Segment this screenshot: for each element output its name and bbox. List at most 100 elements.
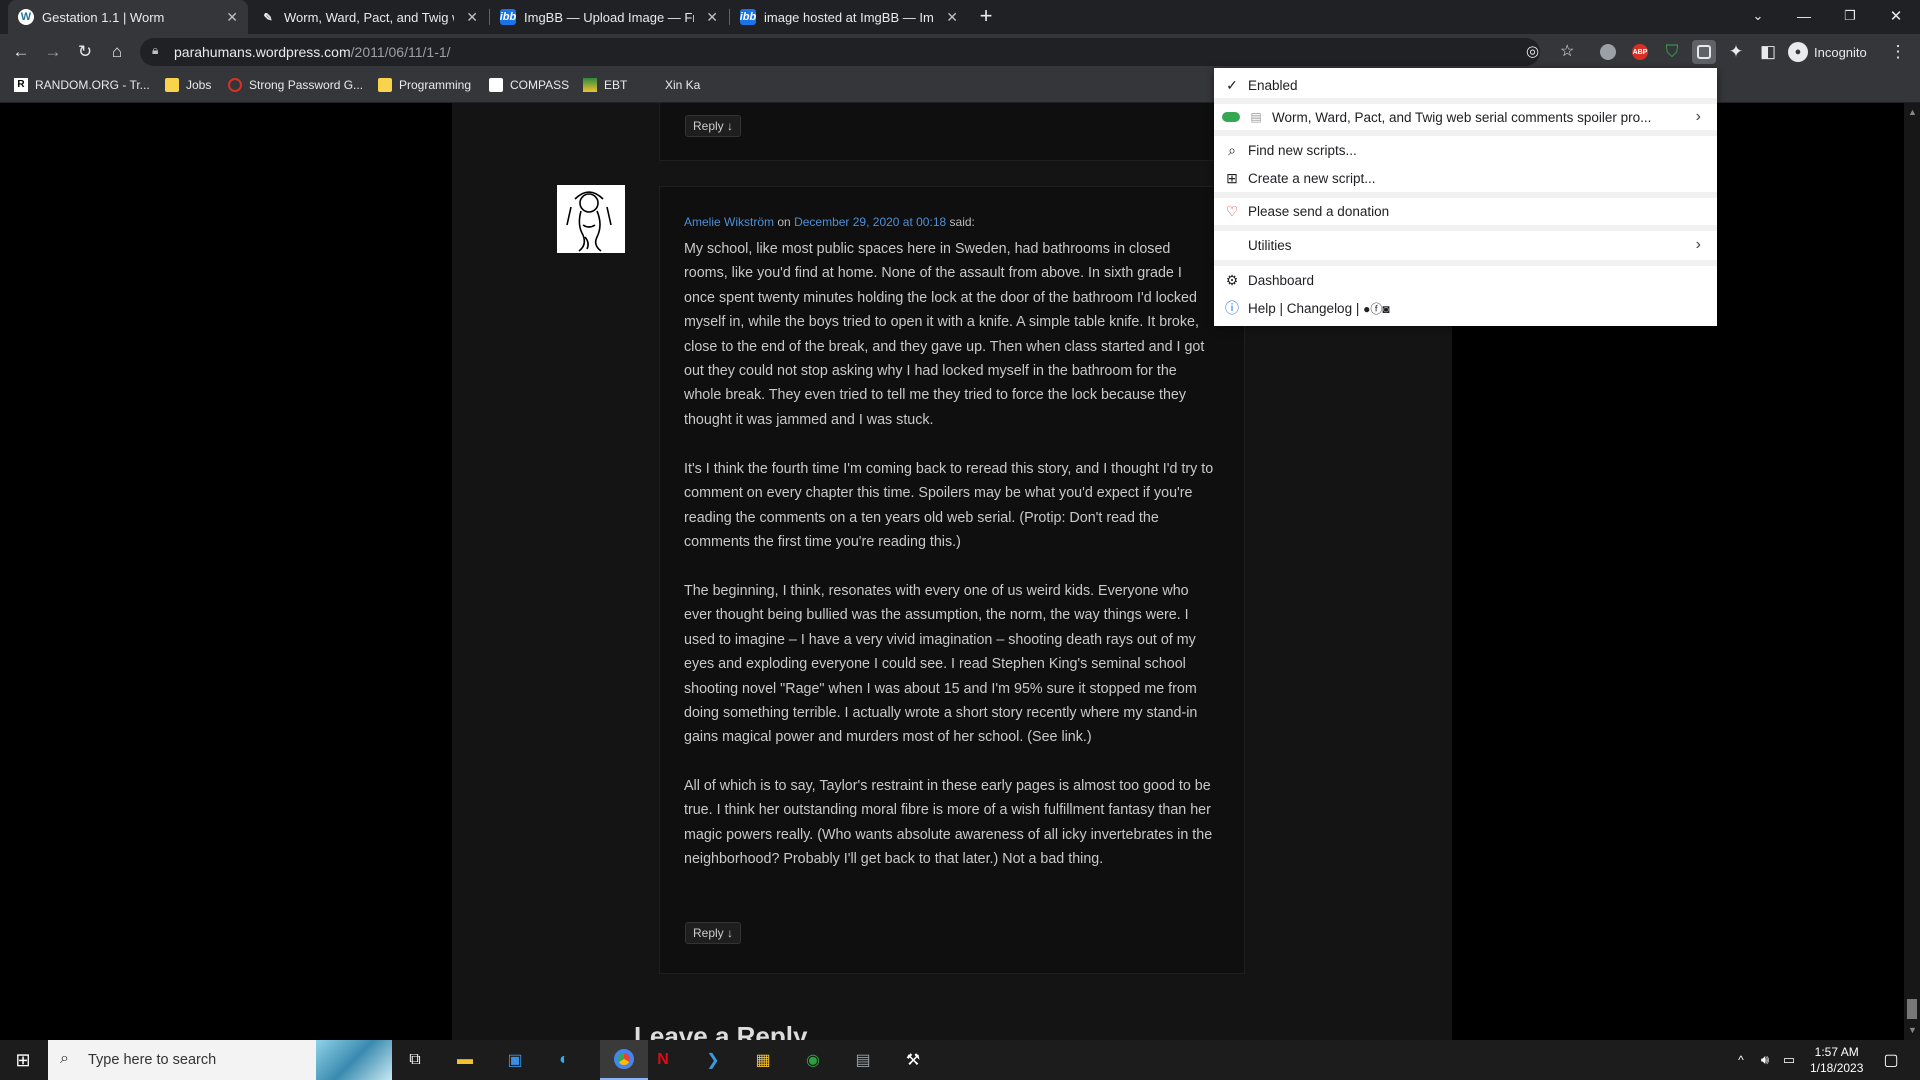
bookmark-jobs[interactable]: Jobs bbox=[165, 78, 211, 92]
close-window-icon[interactable]: ✕ bbox=[1884, 4, 1908, 28]
scroll-down-icon[interactable]: ▼ bbox=[1908, 1025, 1917, 1035]
menu-script-item[interactable]: ▤ Worm, Ward, Pact, and Twig web serial … bbox=[1214, 105, 1717, 129]
extension-gray-icon[interactable] bbox=[1596, 40, 1620, 64]
menu-create-script[interactable]: ⊞ Create a new script... bbox=[1214, 166, 1717, 190]
reload-icon[interactable]: ↻ bbox=[73, 40, 97, 64]
menu-donation[interactable]: ♡ Please send a donation bbox=[1214, 199, 1717, 223]
vscode-icon[interactable]: ❯ bbox=[700, 1048, 726, 1072]
facebook-icon[interactable]: ⓕ bbox=[1370, 302, 1382, 316]
menu-label: Worm, Ward, Pact, and Twig web serial co… bbox=[1272, 109, 1652, 125]
add-box-icon: ⊞ bbox=[1226, 169, 1238, 186]
bookmark-random-org[interactable]: R RANDOM.ORG - Tr... bbox=[14, 78, 150, 92]
leave-reply-heading: Leave a Reply bbox=[634, 1021, 808, 1040]
bookmark-label: EBT bbox=[604, 78, 628, 92]
windows-start-icon[interactable]: ⊞ bbox=[10, 1048, 36, 1072]
back-icon[interactable]: ← bbox=[9, 40, 33, 64]
userscript-menu: ✓ Enabled ▤ Worm, Ward, Pact, and Twig w… bbox=[1214, 68, 1717, 326]
chrome-icon[interactable] bbox=[600, 1040, 648, 1080]
menu-divider bbox=[1214, 260, 1717, 266]
folder-icon bbox=[165, 78, 179, 92]
file-app-icon[interactable]: ▤ bbox=[850, 1048, 876, 1072]
restore-icon[interactable]: ❐ bbox=[1838, 4, 1862, 28]
bookmark-strong-password[interactable]: Strong Password G... bbox=[228, 78, 363, 92]
tab-strip: W Gestation 1.1 | Worm ✕ ✎ Worm, Ward, P… bbox=[0, 0, 1920, 34]
file-explorer-icon[interactable]: ▬ bbox=[452, 1048, 478, 1072]
new-tab-icon[interactable]: + bbox=[974, 3, 998, 28]
close-tab-icon[interactable]: ✕ bbox=[706, 9, 718, 26]
folder-icon bbox=[378, 78, 392, 92]
edge-icon[interactable]: ◐ bbox=[551, 1048, 577, 1072]
menu-utilities[interactable]: Utilities › bbox=[1214, 233, 1717, 257]
shield-icon[interactable]: ⛉ bbox=[1660, 40, 1684, 64]
avatar bbox=[557, 185, 625, 253]
comment-date-link[interactable]: December 29, 2020 at 00:18 bbox=[794, 215, 946, 229]
bookmark-star-icon[interactable]: ☆ bbox=[1560, 41, 1574, 61]
incognito-icon: ● bbox=[1788, 42, 1808, 62]
minimize-icon[interactable]: — bbox=[1792, 4, 1816, 28]
xbox-icon[interactable]: ◉ bbox=[800, 1048, 826, 1072]
clock-date: 1/18/2023 bbox=[1810, 1061, 1864, 1075]
close-tab-icon[interactable]: ✕ bbox=[226, 9, 238, 26]
taskbar-search[interactable]: ⌕ Type here to search bbox=[48, 1040, 392, 1080]
menu-dashboard[interactable]: ⚙ Dashboard bbox=[1214, 268, 1717, 292]
task-view-icon[interactable]: ⧉ bbox=[402, 1048, 428, 1072]
more-menu-icon[interactable]: ⋮ bbox=[1886, 40, 1910, 64]
taskbar-clock[interactable]: 1:57 AM 1/18/2023 bbox=[1810, 1044, 1863, 1076]
bookmark-xin-ka[interactable]: Xin Ka bbox=[665, 78, 700, 92]
notification-icon[interactable]: ▢ bbox=[1878, 1048, 1904, 1072]
home-icon[interactable]: ⌂ bbox=[105, 40, 129, 64]
instagram-icon[interactable]: ◙ bbox=[1382, 302, 1389, 316]
menu-find-scripts[interactable]: ⌕ Find new scripts... bbox=[1214, 138, 1717, 162]
tab-imgbb-hosted[interactable]: ibb image hosted at ImgBB — ImgBB ✕ bbox=[730, 0, 968, 34]
avatar-sketch-icon bbox=[566, 191, 612, 252]
comment-author-link[interactable]: Amelie Wikström bbox=[684, 215, 774, 229]
bookmark-compass[interactable]: COMPASS bbox=[489, 78, 569, 92]
menu-label: Utilities bbox=[1248, 237, 1292, 253]
store-icon[interactable]: ▣ bbox=[502, 1048, 528, 1072]
lock-icon: 🔒︎ bbox=[152, 43, 159, 57]
tab-gestation[interactable]: W Gestation 1.1 | Worm ✕ bbox=[8, 0, 248, 34]
folder-app-icon[interactable]: ▦ bbox=[750, 1048, 776, 1072]
chevron-right-icon: › bbox=[1695, 236, 1701, 253]
menu-divider bbox=[1214, 192, 1717, 198]
scroll-up-icon[interactable]: ▲ bbox=[1908, 107, 1917, 117]
netflix-icon[interactable]: N bbox=[650, 1048, 676, 1072]
ebt-icon bbox=[583, 78, 597, 92]
reply-button[interactable]: Reply ↓ bbox=[685, 922, 742, 944]
forward-icon[interactable]: → bbox=[41, 40, 65, 64]
reply-button[interactable]: Reply ↓ bbox=[685, 115, 742, 137]
bookmark-label: Jobs bbox=[186, 78, 212, 92]
page-scrollbar[interactable]: ▲ ▼ bbox=[1904, 103, 1920, 1040]
menu-help[interactable]: ⓘ Help | Changelog | ●ⓕ◙ bbox=[1214, 296, 1717, 320]
bookmark-programming[interactable]: Programming bbox=[378, 78, 471, 92]
puzzle-icon[interactable]: ✦ bbox=[1724, 40, 1748, 64]
tools-icon[interactable]: ⚒ bbox=[900, 1048, 926, 1072]
toggle-on-icon[interactable] bbox=[1222, 112, 1240, 122]
menu-label: Please send a donation bbox=[1248, 203, 1390, 219]
tray-chevron-icon[interactable]: ^ bbox=[1728, 1048, 1754, 1072]
menu-label: Create a new script... bbox=[1248, 170, 1376, 186]
scroll-thumb[interactable] bbox=[1907, 999, 1917, 1019]
search-icon: ⌕ bbox=[60, 1050, 69, 1067]
menu-label: Help | Changelog | bbox=[1248, 300, 1360, 316]
menu-label: Dashboard bbox=[1248, 272, 1315, 288]
eye-off-icon[interactable]: ◎ bbox=[1526, 42, 1539, 60]
network-icon[interactable]: ▭ bbox=[1776, 1048, 1802, 1072]
search-placeholder: Type here to search bbox=[88, 1052, 217, 1068]
close-tab-icon[interactable]: ✕ bbox=[946, 9, 958, 26]
bookmark-ebt[interactable]: EBT bbox=[583, 78, 627, 92]
comment-paragraph-2: It's I think the fourth time I'm coming … bbox=[684, 461, 1214, 551]
menu-enabled[interactable]: ✓ Enabled bbox=[1214, 73, 1717, 97]
address-bar[interactable]: 🔒︎ parahumans.wordpress.com/2011/06/11/1… bbox=[140, 38, 1574, 66]
incognito-profile[interactable]: ● Incognito bbox=[1788, 40, 1867, 64]
tab-search-chevron-icon[interactable]: ⌄ bbox=[1746, 4, 1770, 28]
side-panel-icon[interactable]: ◧ bbox=[1756, 40, 1780, 64]
close-tab-icon[interactable]: ✕ bbox=[466, 9, 478, 26]
search-icon: ⌕ bbox=[1228, 141, 1236, 158]
tab-imgbb-upload[interactable]: ibb ImgBB — Upload Image — Free I ✕ bbox=[490, 0, 728, 34]
adblock-icon[interactable]: ABP bbox=[1628, 40, 1652, 64]
volume-icon[interactable]: 🔊︎ bbox=[1752, 1048, 1778, 1072]
tampermonkey-icon[interactable] bbox=[1692, 40, 1716, 64]
bookmark-label: COMPASS bbox=[510, 78, 570, 92]
tab-worm-script[interactable]: ✎ Worm, Ward, Pact, and Twig web ✕ bbox=[250, 0, 488, 34]
